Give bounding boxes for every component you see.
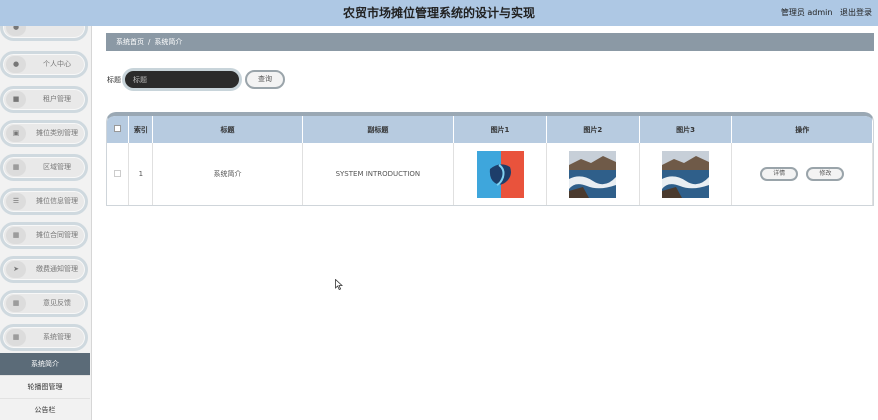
- box-icon: ▣: [6, 125, 26, 142]
- sidebar-item-contract[interactable]: ▦ 摊位合同管理: [0, 222, 88, 249]
- sidebar-item-stall-category[interactable]: ▣ 摊位类别管理: [0, 120, 88, 147]
- submenu-notice-board[interactable]: 公告栏: [0, 399, 90, 420]
- column-header: 图片1: [453, 116, 547, 143]
- sidebar-item-top[interactable]: ●: [0, 26, 88, 41]
- detail-button[interactable]: 详情: [760, 167, 799, 181]
- sidebar-item-personal-center[interactable]: ● 个人中心: [0, 51, 88, 78]
- column-header[interactable]: 副标题: [302, 116, 455, 143]
- send-icon: ➤: [6, 261, 26, 278]
- row-select-cell[interactable]: [107, 143, 130, 205]
- row-image-2-cell: [546, 143, 640, 205]
- mouse-cursor-icon: [335, 279, 343, 290]
- sidebar-item-label: 系统管理: [43, 333, 71, 341]
- list-icon: ☰: [6, 193, 26, 210]
- submenu-system-intro[interactable]: 系统简介: [0, 353, 90, 376]
- sidebar-item-label: 意见反馈: [43, 299, 71, 307]
- people-icon: ■: [6, 91, 26, 108]
- row-image-3-cell: [639, 143, 733, 205]
- sidebar-item-label: 摊位信息管理: [36, 197, 78, 205]
- sidebar-item-label: 缴费通知管理: [36, 265, 78, 273]
- header-select-all[interactable]: [107, 116, 130, 143]
- column-header: 索引: [128, 116, 154, 143]
- grid-icon: ▦: [6, 227, 26, 244]
- breadcrumb-home[interactable]: 系统首页: [116, 38, 144, 46]
- sidebar-item-label: 摊位合同管理: [36, 231, 78, 239]
- row-title: 系统简介: [152, 143, 303, 205]
- user-area: 管理员 admin 退出登录: [776, 7, 872, 18]
- breadcrumb-current: 系统简介: [154, 38, 183, 46]
- search-label: 标题: [107, 76, 121, 84]
- select-all-checkbox[interactable]: [114, 125, 122, 132]
- coast-landscape-image[interactable]: [569, 150, 617, 198]
- app-title: 农贸市场摊位管理系统的设计与实现: [342, 6, 535, 20]
- row-subtitle: SYSTEM INTRODUCTION: [302, 143, 455, 205]
- abstract-red-blue-image[interactable]: [476, 150, 524, 198]
- row-checkbox[interactable]: [114, 169, 122, 177]
- sidebar-item-tenant[interactable]: ■ 租户管理: [0, 86, 88, 113]
- sidebar-item-stall-info[interactable]: ☰ 摊位信息管理: [0, 188, 88, 215]
- search-button[interactable]: 查询: [245, 70, 285, 89]
- edit-button[interactable]: 修改: [806, 167, 845, 181]
- sidebar-item-area[interactable]: ▦ 区域管理: [0, 154, 88, 181]
- sidebar-item-payment-notice[interactable]: ➤ 缴费通知管理: [0, 256, 88, 283]
- row-image-1-cell: [453, 143, 547, 205]
- person-icon: ●: [6, 26, 26, 36]
- logout-link[interactable]: 退出登录: [840, 8, 872, 17]
- table-header-row: 索引 标题 副标题 图片1 图片2 图片3 操作: [107, 116, 873, 143]
- sidebar-item-feedback[interactable]: ▦ 意见反馈: [0, 290, 88, 317]
- user-label: 管理员 admin: [780, 8, 833, 17]
- sidebar-item-label: 摊位类别管理: [36, 129, 78, 137]
- row-index: 1: [128, 143, 154, 205]
- top-header: 农贸市场摊位管理系统的设计与实现 管理员 admin 退出登录: [0, 0, 878, 26]
- breadcrumb-separator: /: [148, 38, 151, 46]
- grid-icon: ▦: [6, 159, 26, 176]
- sidebar: ● ● 个人中心 ■ 租户管理 ▣ 摊位类别管理 ▦ 区域管理 ☰ 摊位信息管理…: [0, 26, 92, 420]
- sidebar-item-label: 区域管理: [43, 163, 71, 171]
- column-header: 图片2: [546, 116, 640, 143]
- column-header: 操作: [731, 116, 873, 143]
- sidebar-item-label: 个人中心: [43, 60, 71, 68]
- grid-icon: ▦: [6, 329, 26, 346]
- table-row: 1 系统简介 SYSTEM INTRODUCTION 详情 修改: [107, 143, 873, 205]
- row-actions: 详情 修改: [731, 143, 873, 205]
- column-header[interactable]: 标题: [152, 116, 303, 143]
- submenu-carousel[interactable]: 轮播图管理: [0, 376, 90, 399]
- title-search-input[interactable]: [122, 68, 242, 91]
- data-table: 索引 标题 副标题 图片1 图片2 图片3 操作 1 系统简介 SYSTEM I…: [106, 112, 874, 206]
- grid-icon: ▦: [6, 295, 26, 312]
- breadcrumb: 系统首页 / 系统简介: [106, 33, 874, 51]
- person-icon: ●: [6, 56, 26, 73]
- sidebar-item-label: 租户管理: [43, 95, 71, 103]
- sidebar-item-system[interactable]: ▦ 系统管理: [0, 324, 88, 351]
- coast-landscape-image[interactable]: [662, 150, 710, 198]
- column-header: 图片3: [639, 116, 733, 143]
